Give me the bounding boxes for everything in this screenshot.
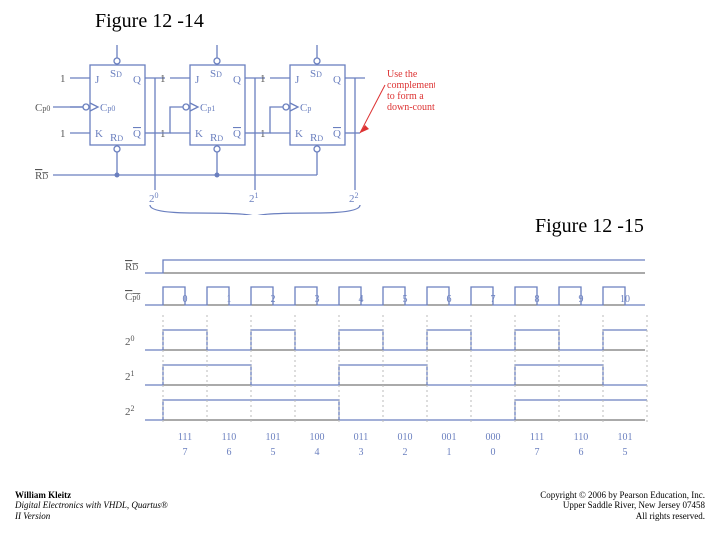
svg-text:1: 1: [227, 294, 232, 305]
svg-text:Q: Q: [333, 128, 341, 140]
svg-text:010: 010: [398, 432, 413, 443]
svg-text:7: 7: [183, 447, 188, 458]
svg-text:111: 111: [530, 432, 544, 443]
svg-text:21: 21: [125, 369, 135, 383]
svg-text:6: 6: [447, 294, 452, 305]
svg-text:100: 100: [310, 432, 325, 443]
svg-text:RD: RD: [210, 132, 223, 144]
svg-text:Q: Q: [133, 74, 141, 86]
svg-text:22: 22: [349, 191, 359, 205]
svg-text:110: 110: [574, 432, 589, 443]
svg-text:6: 6: [227, 447, 232, 458]
svg-text:complement outputs: complement outputs: [387, 80, 435, 91]
svg-text:Cp0: Cp0: [125, 291, 140, 303]
svg-text:Cp: Cp: [300, 102, 311, 114]
svg-text:001: 001: [442, 432, 457, 443]
svg-text:6: 6: [579, 447, 584, 458]
svg-text:1: 1: [447, 447, 452, 458]
figure-12-15-title: Figure 12 -15: [535, 215, 644, 238]
svg-text:J: J: [95, 74, 100, 86]
author: William Kleitz: [15, 490, 168, 501]
svg-text:21: 21: [249, 191, 259, 205]
svg-text:5: 5: [403, 294, 408, 305]
svg-text:011: 011: [354, 432, 369, 443]
svg-text:Cp0: Cp0: [100, 102, 115, 114]
footer-right: Copyright © 2006 by Pearson Education, I…: [540, 490, 705, 522]
svg-text:Cp1: Cp1: [200, 102, 215, 114]
svg-text:1: 1: [160, 128, 166, 140]
schematic-diagram: J 1 Cp0 K 1 Q Q SD 1: [35, 45, 435, 215]
svg-text:8: 8: [535, 294, 540, 305]
svg-text:1: 1: [160, 73, 166, 85]
svg-text:J: J: [195, 74, 200, 86]
svg-text:4: 4: [315, 447, 320, 458]
svg-text:101: 101: [266, 432, 281, 443]
svg-text:1: 1: [260, 73, 266, 85]
svg-text:9: 9: [579, 294, 584, 305]
svg-text:Cp0: Cp0: [35, 102, 50, 114]
svg-text:Q: Q: [133, 128, 141, 140]
svg-text:4: 4: [359, 294, 364, 305]
svg-text:SD: SD: [210, 68, 222, 80]
svg-text:1: 1: [60, 128, 66, 140]
svg-text:5: 5: [271, 447, 276, 458]
svg-text:5: 5: [623, 447, 628, 458]
svg-text:Use the: Use the: [387, 69, 418, 80]
svg-text:000: 000: [486, 432, 501, 443]
svg-text:to form a: to form a: [387, 91, 424, 102]
svg-text:K: K: [295, 128, 303, 140]
svg-text:110: 110: [222, 432, 237, 443]
svg-text:2: 2: [271, 294, 276, 305]
svg-text:10: 10: [620, 294, 630, 305]
svg-text:J: J: [295, 74, 300, 86]
svg-text:K: K: [195, 128, 203, 140]
svg-text:SD: SD: [110, 68, 122, 80]
svg-text:RD: RD: [110, 132, 123, 144]
svg-text:RD: RD: [125, 261, 138, 273]
svg-text:0: 0: [183, 294, 188, 305]
svg-text:RD: RD: [35, 170, 48, 182]
footer-left: William Kleitz Digital Electronics with …: [15, 490, 168, 522]
svg-text:101: 101: [618, 432, 633, 443]
svg-text:20: 20: [125, 334, 135, 348]
svg-text:1: 1: [60, 73, 66, 85]
svg-text:7: 7: [535, 447, 540, 458]
svg-text:Q: Q: [233, 128, 241, 140]
timing-diagram: RD Cp0 20 21 22 012345678910 11111010110…: [95, 255, 655, 470]
svg-text:SD: SD: [310, 68, 322, 80]
svg-text:3: 3: [359, 447, 364, 458]
svg-text:K: K: [95, 128, 103, 140]
svg-text:RD: RD: [310, 132, 323, 144]
svg-text:7: 7: [491, 294, 496, 305]
svg-text:3: 3: [315, 294, 320, 305]
svg-text:Q: Q: [333, 74, 341, 86]
svg-text:22: 22: [125, 404, 135, 418]
svg-text:Q: Q: [233, 74, 241, 86]
svg-text:2: 2: [403, 447, 408, 458]
svg-text:111: 111: [178, 432, 192, 443]
svg-text:1: 1: [260, 128, 266, 140]
svg-text:20: 20: [149, 191, 159, 205]
figure-12-14-title: Figure 12 -14: [95, 10, 204, 33]
svg-text:0: 0: [491, 447, 496, 458]
svg-text:down-counter.: down-counter.: [387, 102, 435, 113]
